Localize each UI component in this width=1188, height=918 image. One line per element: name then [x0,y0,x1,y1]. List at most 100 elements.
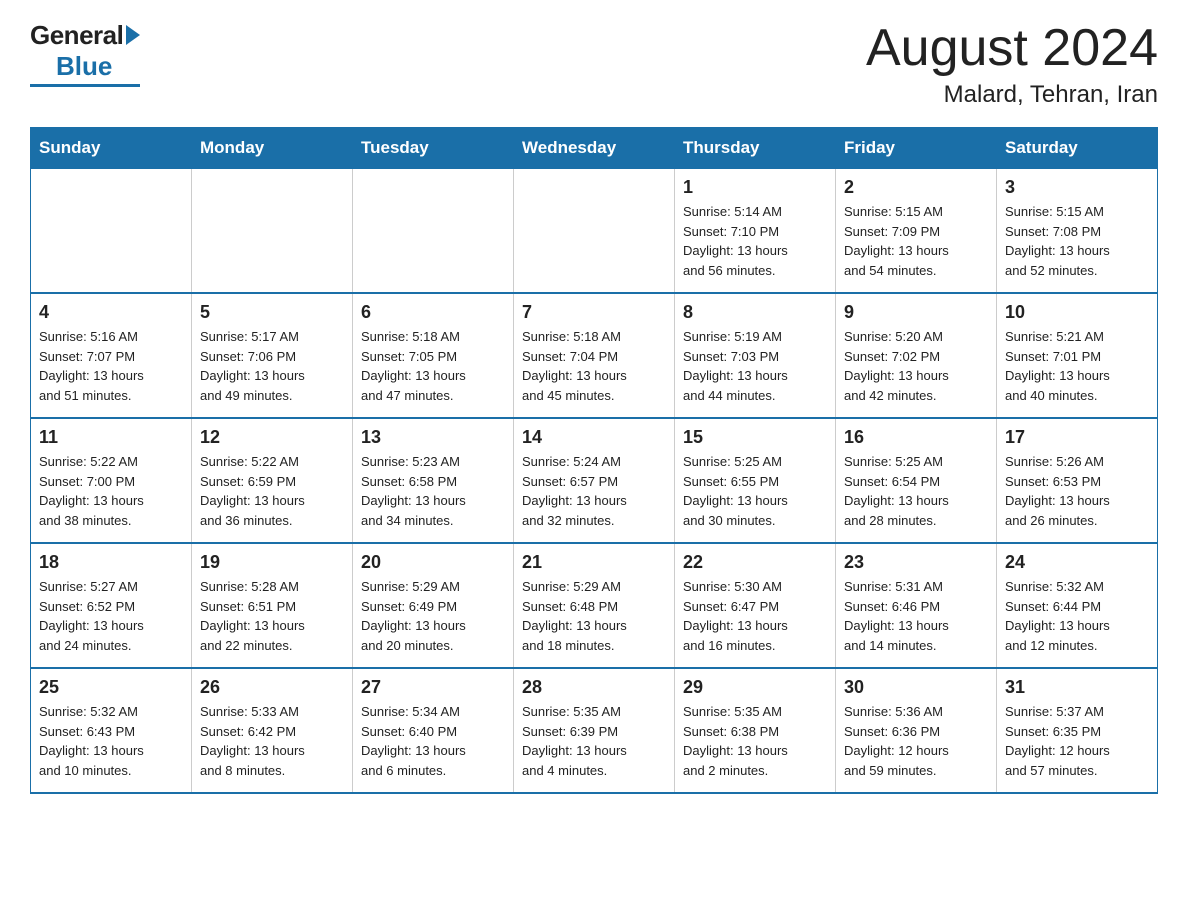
day-info: Sunrise: 5:20 AMSunset: 7:02 PMDaylight:… [844,327,988,405]
logo-arrow-icon [126,25,140,45]
day-info: Sunrise: 5:27 AMSunset: 6:52 PMDaylight:… [39,577,183,655]
day-number: 9 [844,302,988,323]
day-info: Sunrise: 5:18 AMSunset: 7:04 PMDaylight:… [522,327,666,405]
calendar-header-wednesday: Wednesday [514,128,675,169]
calendar-cell: 8 Sunrise: 5:19 AMSunset: 7:03 PMDaylight… [675,293,836,418]
day-number: 2 [844,177,988,198]
day-number: 4 [39,302,183,323]
calendar-cell: 3 Sunrise: 5:15 AMSunset: 7:08 PMDaylight… [997,169,1158,294]
day-info: Sunrise: 5:15 AMSunset: 7:08 PMDaylight:… [1005,202,1149,280]
calendar-cell: 21 Sunrise: 5:29 AMSunset: 6:48 PMDayligh… [514,543,675,668]
calendar-cell: 28Sunrise: 5:35 AMSunset: 6:39 PMDayligh… [514,668,675,793]
day-info: Sunrise: 5:36 AMSunset: 6:36 PMDaylight:… [844,702,988,780]
calendar-cell: 20Sunrise: 5:29 AMSunset: 6:49 PMDayligh… [353,543,514,668]
calendar-table: SundayMondayTuesdayWednesdayThursdayFrid… [30,127,1158,794]
day-number: 8 [683,302,827,323]
logo-blue-text: Blue [56,51,112,82]
day-number: 5 [200,302,344,323]
day-number: 29 [683,677,827,698]
calendar-week-row: 4Sunrise: 5:16 AMSunset: 7:07 PMDaylight… [31,293,1158,418]
day-info: Sunrise: 5:28 AMSunset: 6:51 PMDaylight:… [200,577,344,655]
day-info: Sunrise: 5:14 AMSunset: 7:10 PMDaylight:… [683,202,827,280]
calendar-cell: 6 Sunrise: 5:18 AMSunset: 7:05 PMDaylight… [353,293,514,418]
day-number: 18 [39,552,183,573]
day-number: 3 [1005,177,1149,198]
day-number: 14 [522,427,666,448]
day-number: 19 [200,552,344,573]
calendar-cell: 29 Sunrise: 5:35 AMSunset: 6:38 PMDayligh… [675,668,836,793]
day-info: Sunrise: 5:32 AMSunset: 6:44 PMDaylight:… [1005,577,1149,655]
calendar-cell: 5 Sunrise: 5:17 AMSunset: 7:06 PMDaylight… [192,293,353,418]
day-info: Sunrise: 5:21 AMSunset: 7:01 PMDaylight:… [1005,327,1149,405]
logo: General Blue [30,20,140,87]
day-number: 11 [39,427,183,448]
calendar-cell: 18 Sunrise: 5:27 AMSunset: 6:52 PMDayligh… [31,543,192,668]
calendar-cell [353,169,514,294]
calendar-week-row: 18 Sunrise: 5:27 AMSunset: 6:52 PMDayligh… [31,543,1158,668]
day-info: Sunrise: 5:33 AMSunset: 6:42 PMDaylight:… [200,702,344,780]
calendar-cell: 16 Sunrise: 5:25 AMSunset: 6:54 PMDayligh… [836,418,997,543]
day-number: 17 [1005,427,1149,448]
day-number: 31 [1005,677,1149,698]
calendar-cell: 17 Sunrise: 5:26 AMSunset: 6:53 PMDayligh… [997,418,1158,543]
month-title: August 2024 [866,20,1158,77]
calendar-cell [514,169,675,294]
calendar-cell: 26 Sunrise: 5:33 AMSunset: 6:42 PMDayligh… [192,668,353,793]
day-info: Sunrise: 5:24 AMSunset: 6:57 PMDaylight:… [522,452,666,530]
day-number: 24 [1005,552,1149,573]
calendar-header-tuesday: Tuesday [353,128,514,169]
day-info: Sunrise: 5:17 AMSunset: 7:06 PMDaylight:… [200,327,344,405]
day-number: 6 [361,302,505,323]
day-info: Sunrise: 5:34 AMSunset: 6:40 PMDaylight:… [361,702,505,780]
day-info: Sunrise: 5:18 AMSunset: 7:05 PMDaylight:… [361,327,505,405]
calendar-cell: 12 Sunrise: 5:22 AMSunset: 6:59 PMDayligh… [192,418,353,543]
calendar-cell: 9 Sunrise: 5:20 AMSunset: 7:02 PMDaylight… [836,293,997,418]
day-number: 16 [844,427,988,448]
day-info: Sunrise: 5:35 AMSunset: 6:38 PMDaylight:… [683,702,827,780]
calendar-cell [192,169,353,294]
day-info: Sunrise: 5:26 AMSunset: 6:53 PMDaylight:… [1005,452,1149,530]
day-info: Sunrise: 5:25 AMSunset: 6:54 PMDaylight:… [844,452,988,530]
day-info: Sunrise: 5:37 AMSunset: 6:35 PMDaylight:… [1005,702,1149,780]
day-info: Sunrise: 5:22 AMSunset: 6:59 PMDaylight:… [200,452,344,530]
calendar-cell: 23 Sunrise: 5:31 AMSunset: 6:46 PMDayligh… [836,543,997,668]
calendar-cell: 24 Sunrise: 5:32 AMSunset: 6:44 PMDayligh… [997,543,1158,668]
calendar-header-friday: Friday [836,128,997,169]
day-number: 21 [522,552,666,573]
day-number: 22 [683,552,827,573]
calendar-cell: 2 Sunrise: 5:15 AMSunset: 7:09 PMDaylight… [836,169,997,294]
day-info: Sunrise: 5:15 AMSunset: 7:09 PMDaylight:… [844,202,988,280]
calendar-cell: 27Sunrise: 5:34 AMSunset: 6:40 PMDayligh… [353,668,514,793]
day-number: 1 [683,177,827,198]
calendar-cell: 13Sunrise: 5:23 AMSunset: 6:58 PMDayligh… [353,418,514,543]
calendar-cell: 15Sunrise: 5:25 AMSunset: 6:55 PMDayligh… [675,418,836,543]
calendar-header-row: SundayMondayTuesdayWednesdayThursdayFrid… [31,128,1158,169]
day-info: Sunrise: 5:19 AMSunset: 7:03 PMDaylight:… [683,327,827,405]
calendar-header-sunday: Sunday [31,128,192,169]
day-number: 20 [361,552,505,573]
day-number: 10 [1005,302,1149,323]
day-info: Sunrise: 5:35 AMSunset: 6:39 PMDaylight:… [522,702,666,780]
day-info: Sunrise: 5:31 AMSunset: 6:46 PMDaylight:… [844,577,988,655]
location-title: Malard, Tehran, Iran [866,81,1158,109]
day-number: 26 [200,677,344,698]
calendar-cell [31,169,192,294]
calendar-cell: 31 Sunrise: 5:37 AMSunset: 6:35 PMDayligh… [997,668,1158,793]
calendar-week-row: 1 Sunrise: 5:14 AMSunset: 7:10 PMDaylight… [31,169,1158,294]
calendar-cell: 22Sunrise: 5:30 AMSunset: 6:47 PMDayligh… [675,543,836,668]
day-number: 23 [844,552,988,573]
calendar-cell: 30 Sunrise: 5:36 AMSunset: 6:36 PMDayligh… [836,668,997,793]
calendar-week-row: 11 Sunrise: 5:22 AMSunset: 7:00 PMDayligh… [31,418,1158,543]
day-info: Sunrise: 5:29 AMSunset: 6:48 PMDaylight:… [522,577,666,655]
calendar-cell: 19 Sunrise: 5:28 AMSunset: 6:51 PMDayligh… [192,543,353,668]
day-number: 7 [522,302,666,323]
day-number: 13 [361,427,505,448]
day-number: 30 [844,677,988,698]
day-number: 25 [39,677,183,698]
day-number: 12 [200,427,344,448]
calendar-cell: 11 Sunrise: 5:22 AMSunset: 7:00 PMDayligh… [31,418,192,543]
day-info: Sunrise: 5:32 AMSunset: 6:43 PMDaylight:… [39,702,183,780]
calendar-cell: 25 Sunrise: 5:32 AMSunset: 6:43 PMDayligh… [31,668,192,793]
calendar-header-monday: Monday [192,128,353,169]
day-info: Sunrise: 5:22 AMSunset: 7:00 PMDaylight:… [39,452,183,530]
